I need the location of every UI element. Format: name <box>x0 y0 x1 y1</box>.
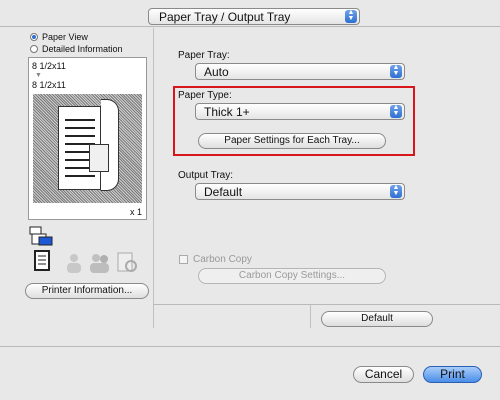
document-icon <box>33 250 55 272</box>
single-user-icon <box>63 252 85 274</box>
top-divider <box>0 26 500 27</box>
paper-type-label: Paper Type: <box>178 90 232 101</box>
back-page-icon <box>89 144 109 172</box>
paper-tray-select[interactable]: Auto ▲ ▼ <box>195 63 405 80</box>
panel-select-value: Paper Tray / Output Tray <box>159 10 291 24</box>
print-button[interactable]: Print <box>423 366 482 383</box>
group-users-icon <box>88 252 110 274</box>
paper-preview: 8 1/2x11 ▼ 8 1/2x11 x 1 <box>28 57 147 220</box>
popup-arrows-icon: ▲ ▼ <box>390 64 402 78</box>
default-divider <box>310 304 311 328</box>
paper-view-label: Paper View <box>42 32 88 42</box>
copies-count: x 1 <box>129 207 142 217</box>
down-triangle-icon: ▼ <box>35 72 42 79</box>
output-tray-select[interactable]: Default ▲ ▼ <box>195 183 405 200</box>
preview-size-top: 8 1/2x11 <box>32 61 66 71</box>
default-button[interactable]: Default <box>321 311 433 327</box>
paper-type-select[interactable]: Thick 1+ ▲ ▼ <box>195 103 405 120</box>
preview-background <box>33 94 142 203</box>
preview-size-bottom: 8 1/2x11 <box>32 80 66 90</box>
output-tray-value: Default <box>204 185 243 199</box>
bottom-divider <box>0 346 500 347</box>
printer-information-button[interactable]: Printer Information... <box>25 283 149 299</box>
output-tray-label: Output Tray: <box>178 170 234 181</box>
detailed-information-label: Detailed Information <box>42 44 123 54</box>
detailed-information-radio[interactable] <box>30 45 38 53</box>
carbon-copy-checkbox[interactable] <box>179 255 188 264</box>
carbon-copy-label: Carbon Copy <box>193 254 252 265</box>
cancel-button[interactable]: Cancel <box>353 366 414 383</box>
paper-tray-label: Paper Tray: <box>178 50 230 61</box>
popup-arrows-icon: ▲ ▼ <box>390 184 402 198</box>
popup-arrows-icon: ▲ ▼ <box>345 9 357 23</box>
paper-view-radio[interactable] <box>30 33 38 41</box>
paper-settings-button[interactable]: Paper Settings for Each Tray... <box>198 133 386 149</box>
lower-divider <box>153 304 500 305</box>
popup-arrows-icon: ▲ ▼ <box>390 104 402 118</box>
carbon-copy-settings-button[interactable]: Carbon Copy Settings... <box>198 268 386 284</box>
paper-tray-value: Auto <box>204 65 229 79</box>
paper-type-value: Thick 1+ <box>204 105 250 119</box>
secure-document-icon <box>115 250 137 272</box>
output-tray-icon <box>29 225 53 247</box>
panel-select[interactable]: Paper Tray / Output Tray ▲ ▼ <box>148 8 360 25</box>
column-divider <box>153 28 154 328</box>
